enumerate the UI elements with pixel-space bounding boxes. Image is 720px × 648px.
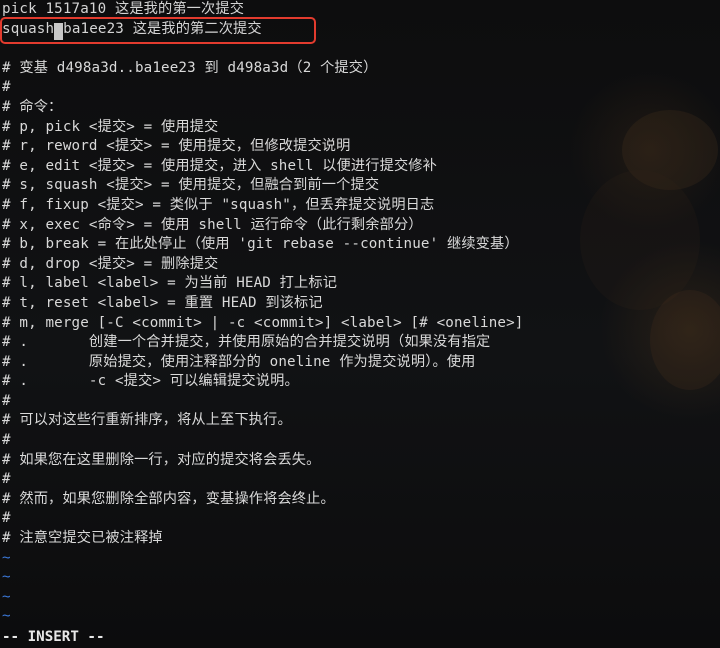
editor-line: # 变基 d498a3d..ba1ee23 到 d498a3d（2 个提交） (2, 59, 378, 76)
editor-line: # (2, 392, 11, 409)
editor-line: # 然而，如果您删除全部内容，变基操作将会终止。 (2, 490, 335, 507)
editor-line: # x, exec <命令> = 使用 shell 运行命令（此行剩余部分） (2, 216, 423, 233)
editor-line: # f, fixup <提交> = 类似于 "squash"，但丢弃提交说明日志 (2, 196, 435, 213)
editor-line: # (2, 432, 11, 449)
editor-line: # b, break = 在此处停止（使用 'git rebase --cont… (2, 236, 519, 253)
editor-line: # 命令： (2, 98, 63, 115)
empty-line-tilde: ~ (2, 569, 11, 586)
editor-line: # . 原始提交，使用注释部分的 oneline 作为提交说明）。使用 (2, 353, 476, 370)
editor-line: # 可以对这些行重新排序，将从上至下执行。 (2, 412, 292, 429)
editor-line: # m, merge [-C <commit> | -c <commit>] <… (2, 314, 524, 331)
editor-line: # . 创建一个合并提交，并使用原始的合并提交说明（如果没有指定 (2, 334, 491, 351)
editor-buffer[interactable]: pick 1517a10 这是我的第一次提交 squash ba1ee23 这是… (2, 0, 718, 627)
empty-line-tilde: ~ (2, 549, 11, 566)
editor-line: # . -c <提交> 可以编辑提交说明。 (2, 373, 299, 390)
editor-line: # t, reset <label> = 重置 HEAD 到该标记 (2, 294, 323, 311)
annotation-highlight-box (0, 17, 316, 44)
editor-line: # l, label <label> = 为当前 HEAD 打上标记 (2, 275, 338, 292)
editor-line: # p, pick <提交> = 使用提交 (2, 118, 219, 135)
editor-line: # 注意空提交已被注释掉 (2, 530, 163, 547)
empty-line-tilde: ~ (2, 608, 11, 625)
editor-line: # d, drop <提交> = 删除提交 (2, 255, 219, 272)
empty-line-tilde: ~ (2, 588, 11, 605)
editor-line: # s, squash <提交> = 使用提交，但融合到前一个提交 (2, 177, 380, 194)
terminal-window: pick 1517a10 这是我的第一次提交 squash ba1ee23 这是… (0, 0, 720, 648)
editor-line: # r, reword <提交> = 使用提交，但修改提交说明 (2, 138, 351, 155)
editor-line: # (2, 471, 11, 488)
editor-line: # e, edit <提交> = 使用提交，进入 shell 以便进行提交修补 (2, 157, 437, 174)
mode-indicator: -- INSERT -- (2, 629, 105, 645)
editor-line: # (2, 510, 11, 527)
editor-line: # (2, 79, 11, 96)
editor-line: # 如果您在这里删除一行，对应的提交将会丢失。 (2, 451, 321, 468)
